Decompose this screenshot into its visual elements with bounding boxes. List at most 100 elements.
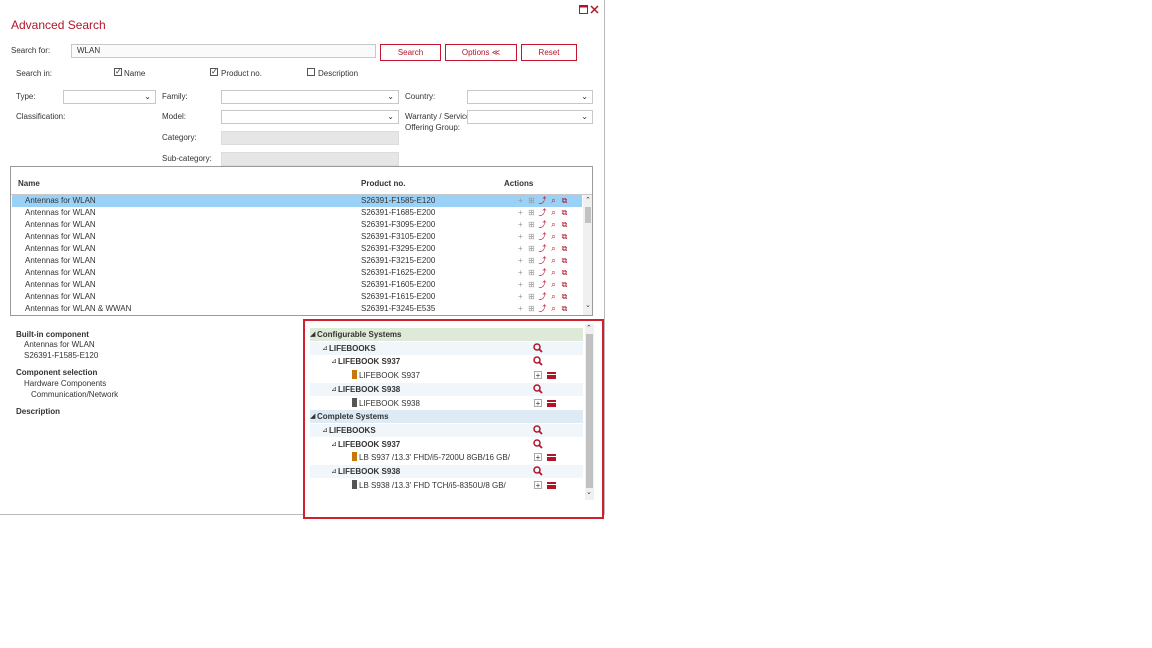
compare-icon[interactable]: ⧉ bbox=[560, 232, 569, 242]
search-icon[interactable]: ⌕ bbox=[549, 232, 558, 242]
add-icon[interactable]: + bbox=[516, 256, 525, 266]
search-icon[interactable]: ⌕ bbox=[549, 244, 558, 254]
search-icon[interactable]: ⌕ bbox=[549, 220, 558, 230]
table-row[interactable]: Antennas for WLAN S26391-F1625-E200 + ⊞ ⤴ ⌕ ⧉ bbox=[12, 267, 582, 279]
add-to-list-icon[interactable]: ⊞ bbox=[527, 304, 536, 314]
export-icon[interactable]: ⤴ bbox=[538, 292, 547, 302]
export-icon[interactable]: ⤴ bbox=[538, 196, 547, 206]
table-row[interactable]: Antennas for WLAN S26391-F1685-E200 + ⊞ ⤴ ⌕ ⧉ bbox=[12, 207, 582, 219]
country-select[interactable]: ⌄ bbox=[467, 90, 593, 104]
search-icon[interactable] bbox=[533, 438, 543, 449]
export-icon[interactable]: ⤴ bbox=[538, 244, 547, 254]
add-to-list-icon[interactable]: ⊞ bbox=[527, 244, 536, 254]
add-to-list-icon[interactable]: ⊞ bbox=[527, 208, 536, 218]
description-checkbox[interactable] bbox=[307, 68, 315, 76]
add-to-list-icon[interactable]: ⊞ bbox=[527, 280, 536, 290]
add-icon[interactable]: + bbox=[534, 480, 542, 489]
add-to-list-icon[interactable]: ⊞ bbox=[527, 268, 536, 278]
tree-node[interactable]: ⊿ LIFEBOOK S938 bbox=[310, 382, 583, 396]
tree-leaf[interactable]: LB S937 /13.3' FHD/i5-7200U 8GB/16 GB/ + bbox=[310, 451, 583, 464]
name-checkbox[interactable]: ✓ bbox=[114, 68, 122, 76]
warranty-select[interactable]: ⌄ bbox=[467, 110, 593, 124]
add-to-list-icon[interactable]: ⊞ bbox=[527, 220, 536, 230]
add-icon[interactable]: + bbox=[516, 268, 525, 278]
tree-group[interactable]: ◢ Complete Systems bbox=[310, 410, 583, 424]
table-row[interactable]: Antennas for WLAN S26391-F3215-E200 + ⊞ ⤴ ⌕ ⧉ bbox=[12, 255, 582, 267]
tree-leaf[interactable]: LIFEBOOK S938 + bbox=[310, 397, 583, 410]
family-select[interactable]: ⌄ bbox=[221, 90, 399, 104]
menu-icon[interactable] bbox=[547, 372, 556, 380]
export-icon[interactable]: ⤴ bbox=[538, 280, 547, 290]
tree-node[interactable]: ⊿ LIFEBOOK S937 bbox=[310, 438, 583, 451]
add-to-list-icon[interactable]: ⊞ bbox=[527, 292, 536, 302]
results-scrollbar[interactable]: ⌃ ⌄ bbox=[583, 195, 592, 315]
add-icon[interactable]: + bbox=[516, 220, 525, 230]
add-icon[interactable]: + bbox=[516, 292, 525, 302]
search-icon[interactable]: ⌕ bbox=[549, 292, 558, 302]
menu-icon[interactable] bbox=[547, 481, 556, 489]
search-icon[interactable]: ⌕ bbox=[549, 208, 558, 218]
column-header-name[interactable]: Name bbox=[18, 179, 40, 188]
search-icon[interactable]: ⌕ bbox=[549, 280, 558, 290]
expand-toggle-icon[interactable]: ⊿ bbox=[322, 424, 328, 437]
scroll-down-icon[interactable]: ⌄ bbox=[586, 488, 592, 496]
compare-icon[interactable]: ⧉ bbox=[560, 220, 569, 230]
scroll-up-icon[interactable]: ⌃ bbox=[586, 324, 592, 332]
menu-icon[interactable] bbox=[547, 399, 556, 407]
table-row[interactable]: Antennas for WLAN S26391-F3095-E200 + ⊞ ⤴ ⌕ ⧉ bbox=[12, 219, 582, 231]
search-icon[interactable] bbox=[533, 425, 543, 435]
window-maximize-icon[interactable] bbox=[579, 5, 588, 17]
options-button[interactable]: Options ≪ bbox=[445, 44, 517, 61]
tree-scrollbar[interactable]: ⌃ ⌄ bbox=[585, 324, 594, 500]
table-row[interactable]: Antennas for WLAN S26391-F3295-E200 + ⊞ ⤴ ⌕ ⧉ bbox=[12, 243, 582, 255]
tree-leaf[interactable]: LB S938 /13.3' FHD TCH/i5-8350U/8 GB/ + bbox=[310, 479, 583, 492]
expand-toggle-icon[interactable]: ⊿ bbox=[331, 355, 337, 368]
table-row[interactable]: Antennas for WLAN S26391-F1615-E200 + ⊞ ⤴ ⌕ ⧉ bbox=[12, 291, 582, 303]
add-icon[interactable]: + bbox=[516, 280, 525, 290]
expand-toggle-icon[interactable]: ⊿ bbox=[331, 383, 337, 396]
search-input[interactable]: WLAN bbox=[71, 44, 376, 58]
tree-node[interactable]: ⊿ LIFEBOOK S937 bbox=[310, 355, 583, 368]
reset-button[interactable]: Reset bbox=[521, 44, 577, 61]
export-icon[interactable]: ⤴ bbox=[538, 232, 547, 242]
search-button[interactable]: Search bbox=[380, 44, 441, 61]
add-icon[interactable]: + bbox=[534, 453, 542, 462]
compare-icon[interactable]: ⧉ bbox=[560, 208, 569, 218]
column-header-product[interactable]: Product no. bbox=[361, 179, 405, 188]
table-row[interactable]: Antennas for WLAN S26391-F1585-E120 + ⊞ ⤴ ⌕ ⧉ bbox=[12, 195, 582, 207]
expand-toggle-icon[interactable]: ◢ bbox=[310, 410, 315, 423]
table-row[interactable]: Antennas for WLAN & WWAN S26391-F3245-E53… bbox=[12, 303, 582, 315]
tree-node[interactable]: ⊿ LIFEBOOKS bbox=[310, 423, 583, 437]
compare-icon[interactable]: ⧉ bbox=[560, 304, 569, 314]
add-icon[interactable]: + bbox=[516, 232, 525, 242]
table-row[interactable]: Antennas for WLAN S26391-F1605-E200 + ⊞ ⤴ ⌕ ⧉ bbox=[12, 279, 582, 291]
scrollbar-thumb[interactable] bbox=[585, 207, 591, 223]
compare-icon[interactable]: ⧉ bbox=[560, 292, 569, 302]
compare-icon[interactable]: ⧉ bbox=[560, 256, 569, 266]
scroll-down-icon[interactable]: ⌄ bbox=[585, 301, 591, 309]
compare-icon[interactable]: ⧉ bbox=[560, 196, 569, 206]
export-icon[interactable]: ⤴ bbox=[538, 304, 547, 314]
add-icon[interactable]: + bbox=[516, 208, 525, 218]
compare-icon[interactable]: ⧉ bbox=[560, 244, 569, 254]
tree-node[interactable]: ⊿ LIFEBOOKS bbox=[310, 341, 583, 355]
add-icon[interactable]: + bbox=[516, 304, 525, 314]
product-no-checkbox[interactable]: ✓ bbox=[210, 68, 218, 76]
expand-toggle-icon[interactable]: ⊿ bbox=[331, 438, 337, 451]
add-to-list-icon[interactable]: ⊞ bbox=[527, 196, 536, 206]
search-icon[interactable] bbox=[533, 356, 543, 367]
search-icon[interactable] bbox=[533, 466, 543, 476]
model-select[interactable]: ⌄ bbox=[221, 110, 399, 124]
type-select[interactable]: ⌄ bbox=[63, 90, 156, 104]
search-icon[interactable]: ⌕ bbox=[549, 304, 558, 314]
search-icon[interactable] bbox=[533, 384, 543, 394]
add-to-list-icon[interactable]: ⊞ bbox=[527, 232, 536, 242]
expand-toggle-icon[interactable]: ⊿ bbox=[322, 342, 328, 355]
tree-leaf[interactable]: LIFEBOOK S937 + bbox=[310, 369, 583, 382]
close-icon[interactable] bbox=[590, 5, 599, 17]
add-icon[interactable]: + bbox=[516, 244, 525, 254]
add-icon[interactable]: + bbox=[516, 196, 525, 206]
menu-icon[interactable] bbox=[547, 454, 556, 462]
search-icon[interactable]: ⌕ bbox=[549, 268, 558, 278]
add-to-list-icon[interactable]: ⊞ bbox=[527, 256, 536, 266]
